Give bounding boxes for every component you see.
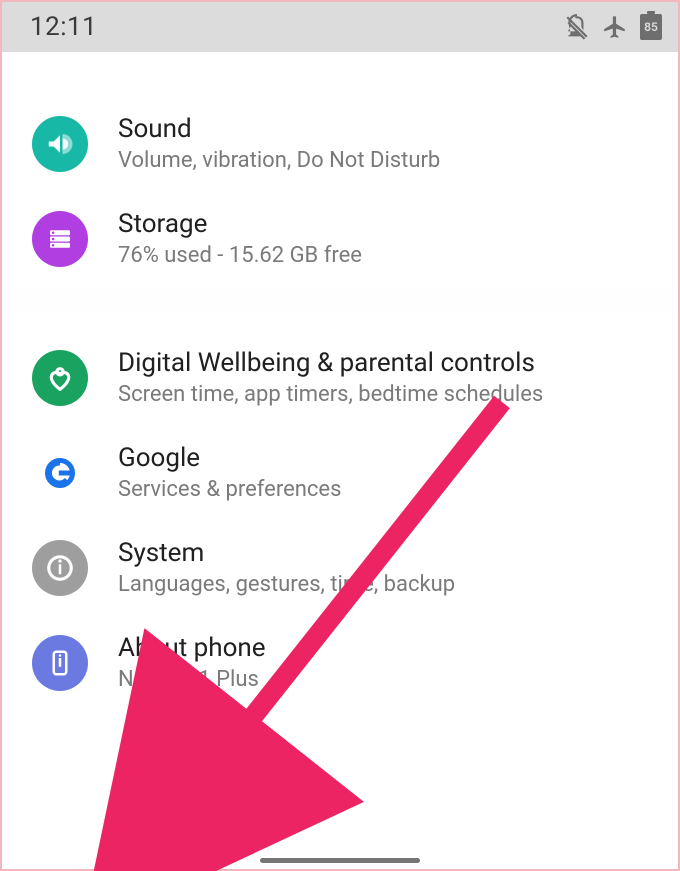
settings-block-2: Digital Wellbeing & parental controls Sc…: [2, 312, 678, 714]
status-time: 12:11: [30, 12, 97, 42]
airplane-mode-icon: [602, 14, 628, 40]
storage-icon: [32, 211, 88, 267]
google-icon: [32, 445, 88, 501]
about-phone-icon: [32, 635, 88, 691]
settings-item-subtitle: Services & preferences: [118, 477, 654, 502]
settings-item-subtitle: Nokia 6.1 Plus: [118, 667, 654, 692]
wellbeing-icon: [32, 350, 88, 406]
settings-item-title: About phone: [118, 633, 654, 663]
settings-item-about-phone[interactable]: About phone Nokia 6.1 Plus: [2, 615, 678, 710]
settings-item-title: Google: [118, 443, 654, 473]
phone-frame: 12:11 85 Sound Volume, vibration,: [0, 0, 680, 871]
settings-item-storage[interactable]: Storage 76% used - 15.62 GB free: [2, 191, 678, 286]
settings-item-system[interactable]: System Languages, gestures, time, backup: [2, 520, 678, 615]
gesture-nav-hint[interactable]: [260, 858, 420, 863]
settings-item-digital-wellbeing[interactable]: Digital Wellbeing & parental controls Sc…: [2, 330, 678, 425]
settings-block-1: Sound Volume, vibration, Do Not Disturb …: [2, 52, 678, 290]
settings-item-title: Storage: [118, 209, 654, 239]
mute-icon: [564, 14, 590, 40]
system-icon: [32, 540, 88, 596]
battery-percent: 85: [644, 20, 658, 34]
settings-list: Sound Volume, vibration, Do Not Disturb …: [2, 52, 678, 869]
settings-item-subtitle: 76% used - 15.62 GB free: [118, 243, 654, 268]
settings-item-google[interactable]: Google Services & preferences: [2, 425, 678, 520]
sound-icon: [32, 116, 88, 172]
battery-icon: 85: [640, 14, 662, 40]
settings-item-sound[interactable]: Sound Volume, vibration, Do Not Disturb: [2, 96, 678, 191]
settings-item-subtitle: Languages, gestures, time, backup: [118, 572, 654, 597]
settings-item-subtitle: Screen time, app timers, bedtime schedul…: [118, 382, 654, 407]
settings-item-subtitle: Volume, vibration, Do Not Disturb: [118, 148, 654, 173]
settings-item-title: Digital Wellbeing & parental controls: [118, 348, 654, 378]
status-right-cluster: 85: [564, 14, 662, 40]
status-bar: 12:11 85: [2, 2, 678, 52]
settings-item-title: Sound: [118, 114, 654, 144]
settings-item-title: System: [118, 538, 654, 568]
